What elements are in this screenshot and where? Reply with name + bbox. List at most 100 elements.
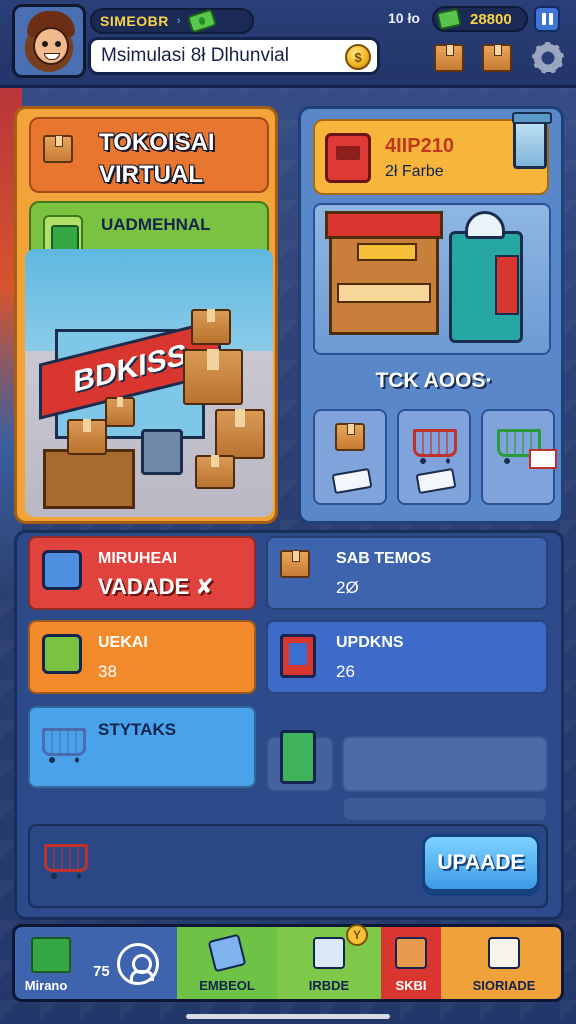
shop-panel-header: 4IIP210 2ł Farbe bbox=[313, 112, 552, 195]
vending-window bbox=[495, 255, 519, 315]
package-icon bbox=[335, 423, 365, 451]
blue-box-icon bbox=[42, 550, 82, 590]
green-box-icon bbox=[31, 937, 71, 973]
shop-value-secondary: 2ł Farbe bbox=[385, 163, 444, 180]
kiosk-shelf bbox=[337, 283, 431, 303]
avatar-eye bbox=[42, 41, 48, 47]
red-machine-icon bbox=[325, 133, 371, 183]
green-cabinet-icon bbox=[280, 730, 316, 784]
open-box-icon bbox=[280, 550, 310, 578]
shopping-cart-icon bbox=[42, 728, 86, 763]
top-bar: SIMEOBR › Msimulasi 8ł Dlhunvial $ 10 ło… bbox=[0, 0, 576, 88]
store-subtitle: UADMEHNAL bbox=[101, 215, 211, 234]
stat-title: UEKAI bbox=[98, 634, 148, 651]
store-title-line2: VIRTUAL bbox=[99, 161, 203, 188]
cash-stack-icon bbox=[436, 7, 462, 31]
nav-label: SIORIADE bbox=[472, 978, 536, 993]
blue-package-icon bbox=[207, 933, 247, 973]
stat-value: 38 bbox=[98, 662, 117, 681]
crate-icon bbox=[105, 397, 135, 427]
kiosk-booth bbox=[329, 223, 439, 335]
inventory-box-icon[interactable] bbox=[434, 44, 464, 72]
chevron-right-icon: › bbox=[176, 15, 181, 27]
package-icon bbox=[43, 135, 73, 163]
locked-slot[interactable] bbox=[266, 730, 334, 792]
kiosk-roof bbox=[325, 211, 443, 239]
cash-register-icon bbox=[141, 429, 183, 475]
empty-slot[interactable] bbox=[342, 796, 548, 822]
stat-card-stytaks[interactable]: STYTAKS bbox=[28, 706, 256, 788]
pause-button[interactable] bbox=[534, 6, 560, 32]
crate-icon bbox=[183, 349, 243, 405]
crate-icon bbox=[195, 455, 235, 489]
notification-badge: Y bbox=[346, 924, 368, 946]
stat-title: UPDKNS bbox=[336, 634, 404, 651]
level-stat: 10 ło bbox=[388, 10, 420, 26]
crate-icon bbox=[191, 309, 231, 345]
stat-value: 26 bbox=[336, 662, 355, 681]
nav-tab-embeol[interactable]: EMBEOL bbox=[177, 927, 277, 999]
crate-icon bbox=[395, 937, 427, 969]
shop-value-primary: 4IIP210 bbox=[385, 135, 454, 157]
shipment-box-icon[interactable] bbox=[482, 44, 512, 72]
nav-label: Mirano bbox=[24, 978, 68, 993]
note-icon bbox=[415, 467, 457, 495]
bottom-nav: Mirano 75 EMBEOL IRBDE SKBI SIORIADE bbox=[12, 924, 564, 1002]
item-card-green-cart[interactable] bbox=[481, 409, 557, 505]
shop-illustration bbox=[313, 203, 551, 355]
nav-label: SKBI bbox=[395, 978, 427, 993]
profile-icon[interactable] bbox=[117, 943, 159, 985]
green-bin-icon bbox=[42, 634, 82, 674]
empty-slot[interactable] bbox=[342, 736, 548, 792]
note-icon bbox=[331, 467, 373, 495]
stat-value: VADADE ✘ bbox=[98, 574, 214, 599]
trash-bin-icon[interactable] bbox=[512, 112, 552, 169]
stat-card-updkns[interactable]: UPDKNS 26 bbox=[266, 620, 548, 694]
stack-icon bbox=[313, 937, 345, 969]
stat-card-sabtemos[interactable]: SAB TEMOS 2Ø bbox=[266, 536, 548, 610]
vending-dome bbox=[465, 211, 505, 239]
pause-bar-icon bbox=[548, 13, 553, 25]
crate-icon bbox=[215, 409, 265, 459]
shopping-cart-icon bbox=[44, 844, 88, 879]
store-panel-header: TOKOISAI VIRTUAL bbox=[29, 117, 269, 193]
nav-label: IRBDE bbox=[308, 978, 350, 993]
shopping-cart-icon bbox=[413, 429, 457, 464]
player-name: SIMEOBR bbox=[100, 13, 169, 29]
coin-icon[interactable]: $ bbox=[345, 44, 371, 70]
shop-section-label: TCK AOOS· bbox=[375, 369, 493, 392]
price-tag-icon bbox=[529, 449, 557, 469]
upgrade-button[interactable]: UPAADE bbox=[422, 834, 540, 892]
store-counter bbox=[43, 449, 135, 509]
stat-card-uekai[interactable]: UEKAI 38 bbox=[28, 620, 256, 694]
money-value: 28800 bbox=[470, 10, 512, 28]
home-indicator[interactable] bbox=[186, 1014, 390, 1019]
crate-icon bbox=[67, 419, 107, 455]
stat-title: MIRUHEAI bbox=[98, 550, 178, 567]
cash-icon bbox=[186, 8, 217, 34]
store-panel[interactable]: TOKOISAI VIRTUAL UADMEHNAL BDKISS bbox=[14, 106, 278, 524]
store-illustration: BDKISS bbox=[25, 249, 273, 517]
nav-count: 75 bbox=[93, 963, 110, 980]
stat-title: STYTAKS bbox=[98, 720, 177, 739]
item-card-red-cart[interactable] bbox=[397, 409, 471, 505]
nav-label: EMBEOL bbox=[199, 978, 255, 993]
printer-icon bbox=[488, 937, 520, 969]
nav-tab-sioriade[interactable]: SIORIADE bbox=[441, 927, 561, 999]
player-avatar[interactable] bbox=[12, 4, 86, 78]
arcade-machine-icon bbox=[280, 634, 316, 678]
stat-title: SAB TEMOS bbox=[336, 550, 432, 567]
store-title-line1: TOKOISAI bbox=[99, 129, 215, 156]
item-card-boxes[interactable] bbox=[313, 409, 387, 505]
money-pill[interactable]: 28800 bbox=[432, 6, 528, 32]
nav-tab-mirano[interactable]: Mirano 75 bbox=[15, 927, 177, 999]
shop-panel[interactable]: 4IIP210 2ł Farbe TCK AOOS· bbox=[298, 106, 564, 524]
kiosk-sign bbox=[357, 243, 417, 261]
game-title: Msimulasi 8ł Dlhunvial bbox=[101, 45, 289, 66]
player-name-pill[interactable]: SIMEOBR › bbox=[90, 8, 254, 34]
nav-tab-skbi[interactable]: SKBI bbox=[381, 927, 441, 999]
gear-icon[interactable] bbox=[532, 42, 564, 74]
stat-card-minuhai[interactable]: MIRUHEAI VADADE ✘ bbox=[28, 536, 256, 610]
pause-bar-icon bbox=[541, 13, 546, 25]
stat-value: 2Ø bbox=[336, 578, 359, 597]
